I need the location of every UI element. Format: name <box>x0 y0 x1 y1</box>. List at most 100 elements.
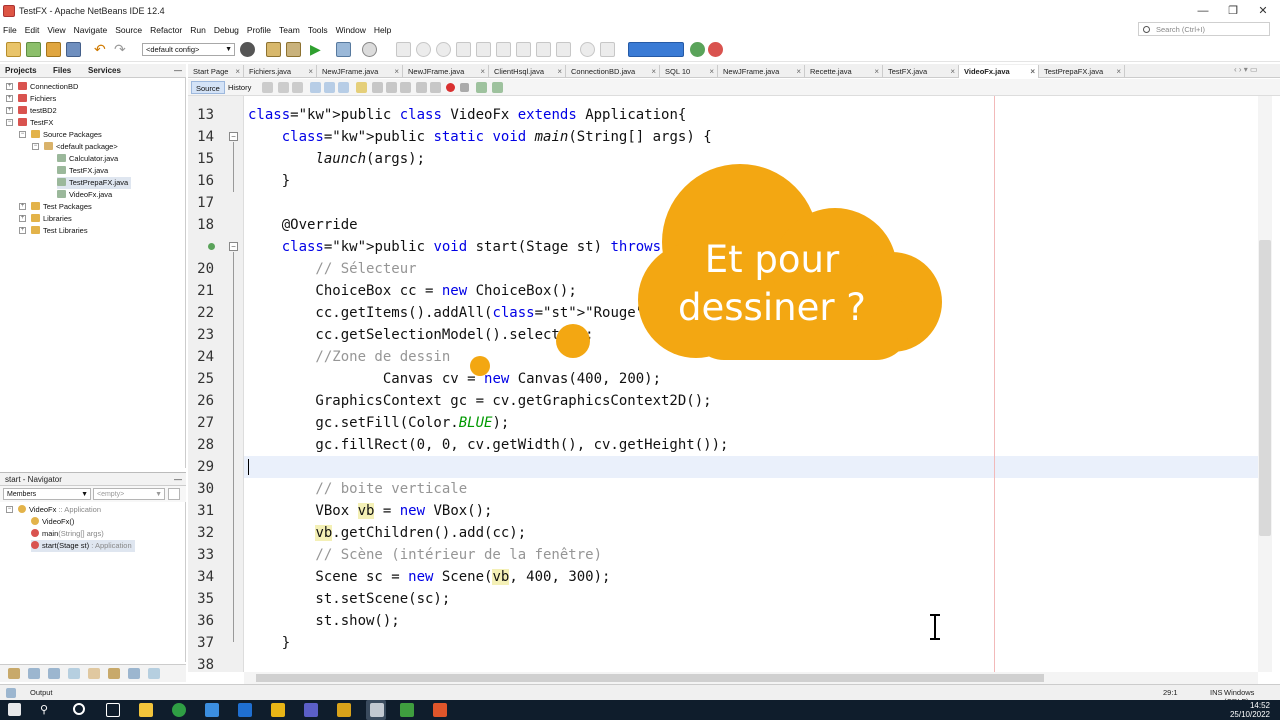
tab-navigation-icons[interactable]: ‹ › ▾ ▭ <box>1234 65 1258 74</box>
memory-monitor[interactable] <box>628 42 684 57</box>
close-button[interactable]: ✕ <box>1246 0 1280 22</box>
editor-tab[interactable]: NewJFrame.java × <box>403 65 489 78</box>
search-input[interactable]: Search (Ctrl+I) <box>1138 22 1270 36</box>
code-line[interactable]: } <box>248 632 290 654</box>
editor-tab[interactable]: NewJFrame.java × <box>718 65 805 78</box>
close-tab-icon[interactable]: × <box>651 65 656 78</box>
collapse-node-icon[interactable]: − <box>19 131 26 138</box>
close-tab-icon[interactable]: × <box>557 65 562 78</box>
code-line[interactable]: st.show(); <box>248 610 399 632</box>
sort-by-source-icon[interactable] <box>148 668 160 679</box>
editor-tab[interactable]: TestPrepaFX.java × <box>1039 65 1125 78</box>
project-tree-item[interactable]: ConnectionBD <box>18 81 78 93</box>
open-project-icon[interactable] <box>46 42 61 57</box>
fold-toggle-icon[interactable]: − <box>229 132 238 141</box>
teams-icon[interactable] <box>304 703 318 717</box>
search-taskbar-icon[interactable]: ⚲ <box>40 703 54 717</box>
menu-help[interactable]: Help <box>374 25 391 35</box>
step-out-icon[interactable] <box>496 42 511 57</box>
minimize-button[interactable]: — <box>1186 0 1220 22</box>
horizontal-scroll-thumb[interactable] <box>256 674 1044 682</box>
project-tree-item[interactable]: <default package> <box>44 141 118 153</box>
expand-node-icon[interactable]: + <box>19 215 26 222</box>
comment-icon[interactable] <box>476 82 487 93</box>
run-to-cursor-icon[interactable] <box>516 42 531 57</box>
close-tab-icon[interactable]: × <box>1116 65 1121 78</box>
code-line[interactable]: gc.fillRect(0, 0, cv.getWidth(), cv.getH… <box>248 434 728 456</box>
project-tree-item[interactable]: TestFX <box>18 117 53 129</box>
gc-icon[interactable] <box>580 42 595 57</box>
output-tab[interactable]: Output <box>30 688 53 697</box>
build-icon[interactable] <box>266 42 281 57</box>
task-view-icon[interactable] <box>106 703 120 717</box>
menu-profile[interactable]: Profile <box>247 25 271 35</box>
expand-node-icon[interactable]: + <box>19 227 26 234</box>
project-tree-item[interactable]: Fichiers <box>18 93 56 105</box>
find-next-icon[interactable] <box>324 82 335 93</box>
close-tab-icon[interactable]: × <box>874 65 879 78</box>
find-selection-icon[interactable] <box>338 82 349 93</box>
step-over-icon[interactable] <box>456 42 471 57</box>
record-macro-icon[interactable] <box>446 83 455 92</box>
minimize-panel-icon[interactable]: — <box>174 66 182 75</box>
new-project-icon[interactable] <box>26 42 41 57</box>
toggle-bookmark-icon[interactable] <box>400 82 411 93</box>
project-tree-item[interactable]: Test Libraries <box>31 225 88 237</box>
close-tab-icon[interactable]: × <box>796 65 801 78</box>
cortana-icon[interactable] <box>73 703 85 715</box>
code-line[interactable]: } <box>248 170 290 192</box>
close-tab-icon[interactable]: × <box>709 65 714 78</box>
outlook-icon[interactable] <box>238 703 252 717</box>
editor-tab[interactable]: NewJFrame.java × <box>317 65 403 78</box>
code-line[interactable]: cc.getSelectionModel().select(0); <box>248 324 593 346</box>
editor-tab[interactable]: ClientHsql.java × <box>489 65 566 78</box>
menu-navigate[interactable]: Navigate <box>74 25 108 35</box>
next-bookmark-icon[interactable] <box>386 82 397 93</box>
filter-static-icon[interactable] <box>48 668 60 679</box>
editor-tab[interactable]: TestFX.java × <box>883 65 959 78</box>
menu-edit[interactable]: Edit <box>25 25 40 35</box>
uncomment-icon[interactable] <box>492 82 503 93</box>
menu-run[interactable]: Run <box>190 25 206 35</box>
project-tree-item[interactable]: testBD2 <box>18 105 57 117</box>
menu-debug[interactable]: Debug <box>214 25 239 35</box>
close-tab-icon[interactable]: × <box>394 65 399 78</box>
code-line[interactable]: class="kw">public class VideoFx extends … <box>248 104 686 126</box>
history-button[interactable]: History <box>224 81 255 94</box>
vlc-icon[interactable] <box>337 703 351 717</box>
shift-right-icon[interactable] <box>430 82 441 93</box>
menu-window[interactable]: Window <box>336 25 366 35</box>
editor-tab[interactable]: Start Page × <box>188 65 244 78</box>
undo-icon[interactable]: ↶ <box>94 42 109 57</box>
html-editor-icon[interactable] <box>433 703 447 717</box>
code-line[interactable]: @Override <box>248 214 358 236</box>
collapse-node-icon[interactable]: − <box>32 143 39 150</box>
navigator-item[interactable]: VideoFx() <box>31 516 74 528</box>
code-line[interactable]: launch(args); <box>248 148 425 170</box>
members-select[interactable]: Members ▼ <box>3 488 91 500</box>
close-tab-icon[interactable]: × <box>235 65 240 78</box>
source-button[interactable]: Source <box>191 81 225 94</box>
menu-file[interactable]: File <box>3 25 17 35</box>
code-line[interactable]: VBox vb = new VBox(); <box>248 500 492 522</box>
project-tree-item[interactable]: Source Packages <box>31 129 102 141</box>
navigator-item[interactable]: VideoFx :: Application <box>18 504 101 516</box>
clean-build-icon[interactable] <box>286 42 301 57</box>
shift-left-icon[interactable] <box>416 82 427 93</box>
continue-icon[interactable] <box>436 42 451 57</box>
code-line[interactable]: // Sélecteur <box>248 258 416 280</box>
globe-icon[interactable] <box>240 42 255 57</box>
filter-inherited-icon[interactable] <box>88 668 100 679</box>
reset-icon[interactable] <box>600 42 615 57</box>
menu-view[interactable]: View <box>47 25 65 35</box>
editor-tab[interactable]: ConnectionBD.java × <box>566 65 660 78</box>
last-edit-icon[interactable] <box>262 82 273 93</box>
filter-select[interactable]: <empty> ▼ <box>93 488 165 500</box>
java-app-icon[interactable] <box>400 703 414 717</box>
code-line[interactable]: gc.setFill(Color.BLUE); <box>248 412 509 434</box>
code-line[interactable]: // boite verticale <box>248 478 467 500</box>
git-icon[interactable] <box>690 42 705 57</box>
navigator-item[interactable]: start(Stage st) : Application <box>31 540 135 552</box>
project-tree-item[interactable]: Test Packages <box>31 201 92 213</box>
navigator-settings-icon[interactable] <box>168 488 180 500</box>
